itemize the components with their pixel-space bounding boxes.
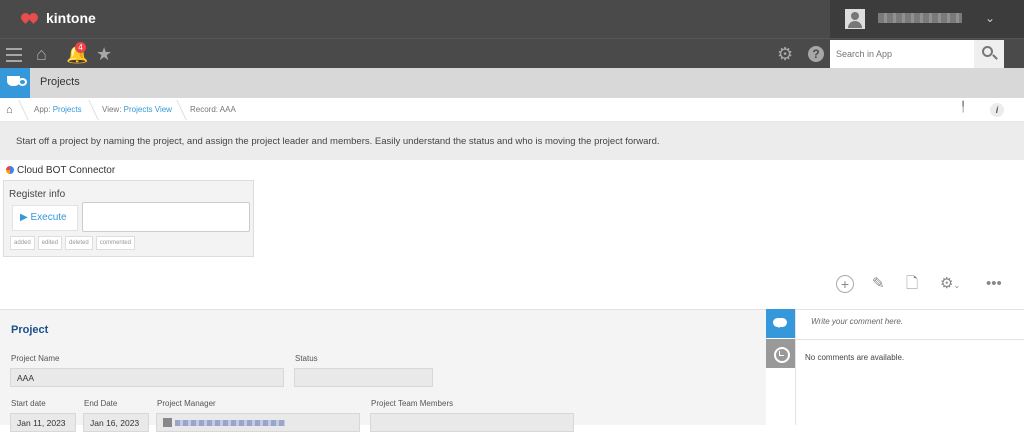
bot-connector-label: Cloud BOT Connector (17, 165, 116, 176)
history-tab-icon[interactable] (766, 339, 795, 368)
notification-badge: 4 (75, 42, 86, 53)
tag-commented[interactable]: commented (95, 236, 136, 250)
side-panel-tabs (766, 309, 795, 425)
breadcrumb-app: App: Projects (34, 98, 82, 122)
nav-bar: ⌂ 🔔 4 ★ ⚙ ? (0, 38, 1024, 68)
breadcrumb-app-link[interactable]: Projects (53, 105, 82, 114)
star-icon[interactable]: ★ (96, 43, 112, 65)
info-icon[interactable]: i (990, 103, 1004, 117)
breadcrumb-view: View: Projects View (102, 98, 172, 122)
manager-name-redacted[interactable] (175, 420, 285, 426)
record-form: Project Project Name AAA Status Start da… (0, 309, 766, 432)
user-avatar-icon (845, 9, 865, 29)
brand-name: kintone (46, 10, 96, 26)
section-title: Project (11, 324, 49, 336)
tag-added[interactable]: added (10, 236, 35, 250)
project-name-label: Project Name (11, 354, 60, 363)
comment-input[interactable]: Write your comment here. (796, 310, 1024, 340)
status-field (294, 368, 433, 387)
bot-connector-panel: Register info ▶ Execute added edited del… (3, 180, 254, 257)
project-name-field: AAA (10, 368, 284, 387)
breadcrumb: ⌂ App: Projects View: Projects View Reco… (0, 98, 1024, 122)
tag-edited[interactable]: edited (37, 236, 63, 250)
bot-input-field[interactable] (82, 202, 250, 232)
register-info-label: Register info (9, 189, 66, 200)
edit-icon[interactable]: ✎ (872, 275, 885, 293)
app-header: Projects (0, 68, 1024, 98)
start-date-label: Start date (11, 399, 46, 408)
team-members-field (370, 413, 574, 432)
top-bar: kintone ⌄ (0, 0, 1024, 38)
comment-tab-icon[interactable] (766, 309, 795, 338)
breadcrumb-app-prefix: App: (34, 105, 53, 114)
start-date-field: Jan 11, 2023 (10, 413, 76, 432)
add-record-icon[interactable]: + (836, 275, 854, 293)
tag-deleted[interactable]: deleted (65, 236, 93, 250)
team-members-label: Project Team Members (371, 399, 454, 408)
user-icon (163, 418, 172, 427)
bot-connector-title: Cloud BOT Connector (6, 165, 115, 176)
help-icon[interactable]: ? (808, 46, 824, 62)
end-date-field: Jan 16, 2023 (83, 413, 149, 432)
comments-panel: Write your comment here. No comments are… (795, 309, 1024, 425)
gear-icon[interactable]: ⚙ (777, 43, 793, 65)
chevron-down-icon[interactable]: ⌄ (985, 11, 995, 25)
project-manager-label: Project Manager (157, 399, 216, 408)
kintone-logo-icon (19, 10, 40, 26)
app-title[interactable]: Projects (40, 76, 80, 88)
bot-event-tags: added edited deleted commented (10, 236, 136, 250)
breadcrumb-view-link[interactable]: Projects View (124, 105, 172, 114)
cloud-bot-logo-icon (6, 166, 14, 174)
user-menu[interactable]: ⌄ (830, 0, 1024, 38)
status-label: Status (295, 354, 318, 363)
app-description: Start off a project by naming the projec… (0, 122, 1024, 160)
pin-icon[interactable]: ╿ (960, 102, 966, 113)
play-icon: ▶ (20, 212, 28, 223)
menu-icon[interactable] (6, 48, 22, 66)
more-options-icon[interactable]: ••• (986, 275, 1002, 293)
user-name-redacted (878, 13, 962, 23)
end-date-label: End Date (84, 399, 118, 408)
execute-label: Execute (30, 212, 67, 223)
search-input[interactable] (830, 40, 974, 68)
app-cup-icon[interactable] (0, 68, 30, 98)
search-button[interactable] (974, 40, 1004, 68)
kintone-logo[interactable]: kintone (19, 10, 96, 26)
home-icon[interactable]: ⌂ (36, 43, 47, 65)
project-manager-field (156, 413, 360, 432)
breadcrumb-view-prefix: View: (102, 105, 124, 114)
execute-button[interactable]: ▶ Execute (12, 205, 78, 231)
duplicate-icon[interactable]: 🗋 (906, 275, 918, 293)
settings-gear-icon[interactable]: ⚙⌄ (940, 275, 960, 295)
no-comments-text: No comments are available. (805, 353, 905, 362)
breadcrumb-record: Record: AAA (190, 105, 236, 114)
